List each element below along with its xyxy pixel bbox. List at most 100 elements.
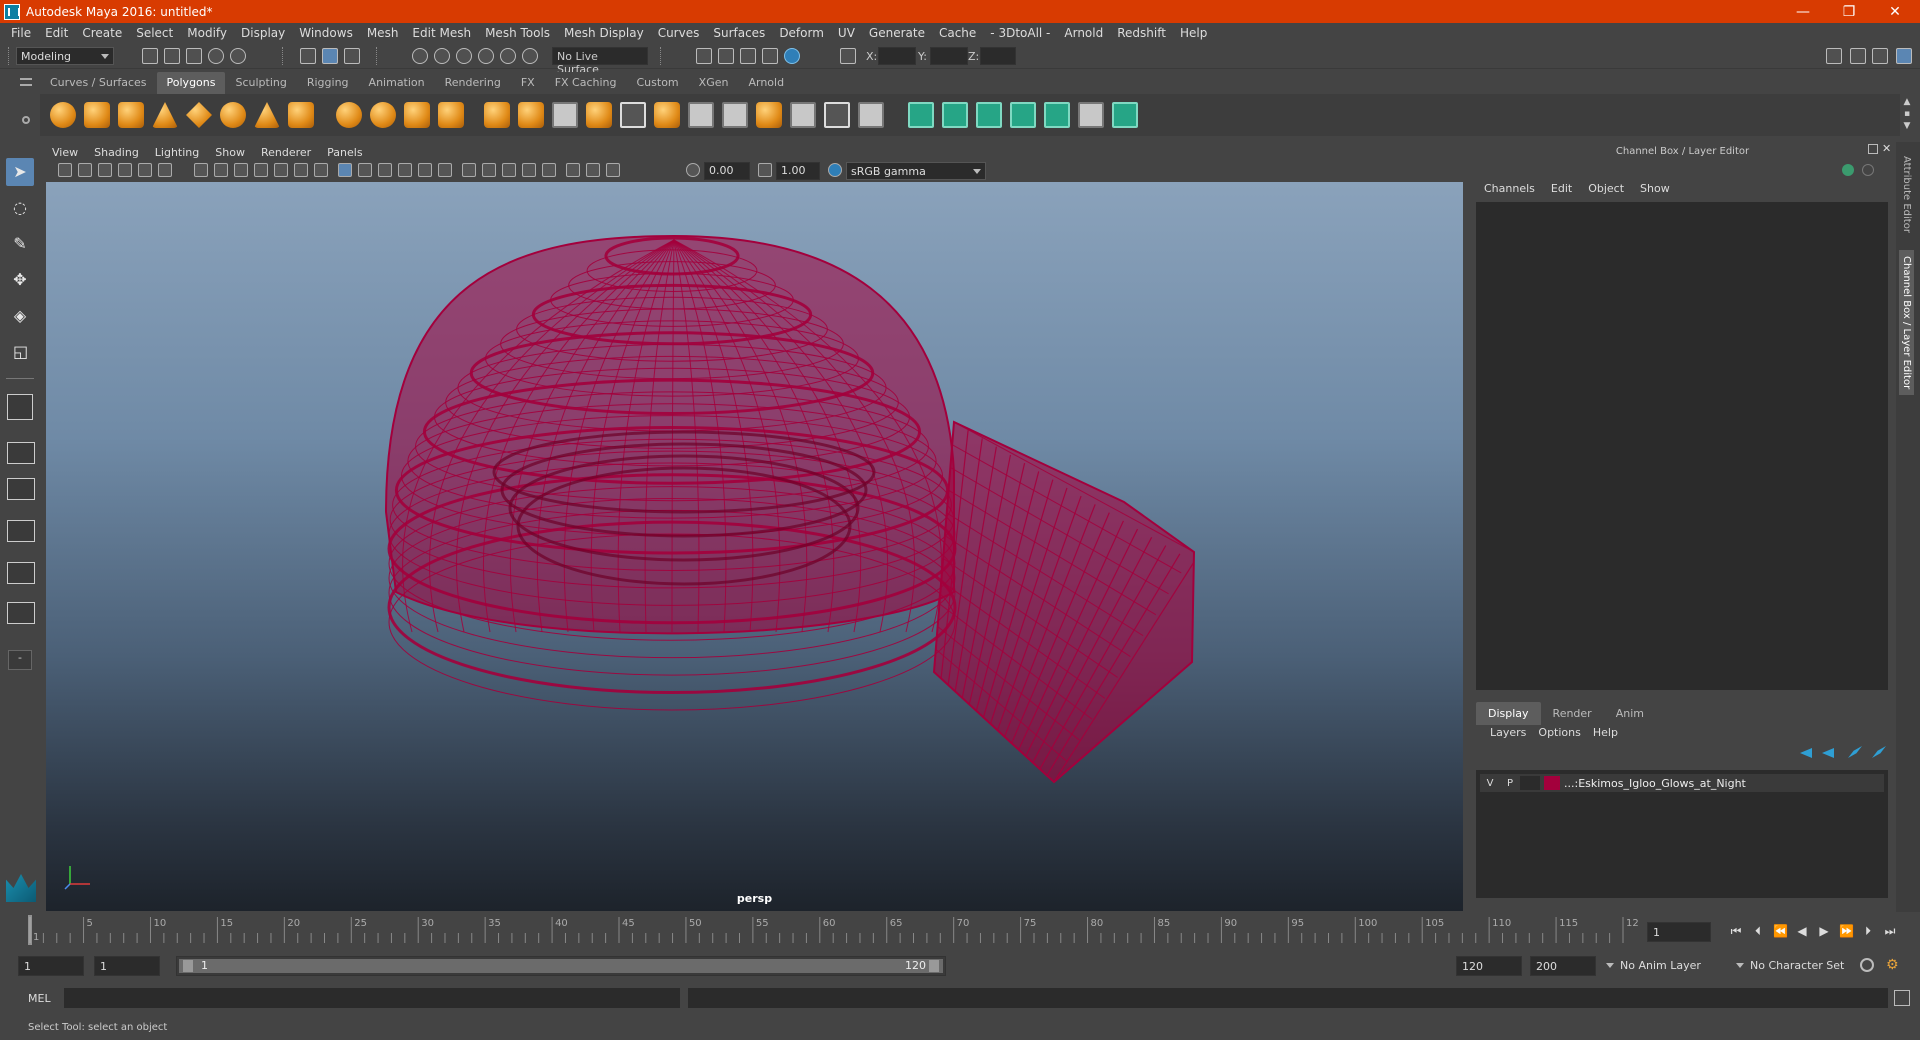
fill-hole-icon[interactable] [824, 102, 850, 128]
y-field[interactable] [930, 47, 968, 65]
select-component-icon[interactable] [344, 48, 360, 64]
safe-title-icon[interactable] [314, 163, 328, 177]
menu-windows[interactable]: Windows [292, 26, 360, 40]
snap-view-plane-icon[interactable] [478, 48, 494, 64]
mode-dropdown[interactable]: Modeling [16, 47, 114, 65]
shelf-tab-fx-caching[interactable]: FX Caching [544, 72, 627, 94]
shadows-icon[interactable] [438, 163, 452, 177]
persp-outliner-layout-icon[interactable] [7, 562, 35, 584]
igloo-wireframe-mesh[interactable] [46, 182, 1463, 911]
snap-live-surface-icon[interactable] [500, 48, 516, 64]
range-start-handle[interactable] [183, 960, 193, 972]
wireframe-on-shaded-icon[interactable] [378, 163, 392, 177]
checker-map-icon[interactable] [1078, 102, 1104, 128]
side-by-side-layout-icon[interactable] [7, 478, 35, 500]
viewport-menu-lighting[interactable]: Lighting [147, 146, 207, 159]
grid-toggle-icon[interactable] [194, 163, 208, 177]
menu-uv[interactable]: UV [831, 26, 862, 40]
layer-row[interactable]: V P ...:Eskimos_Igloo_Glows_at_Night [1480, 774, 1884, 792]
new-scene-icon[interactable] [142, 48, 158, 64]
new-layer-icon[interactable] [1848, 746, 1862, 758]
tool-settings-toggle-icon[interactable] [1872, 48, 1888, 64]
z-field[interactable] [980, 47, 1016, 65]
new-layer-selected-icon[interactable] [1872, 746, 1886, 758]
snap-curve-icon[interactable] [434, 48, 450, 64]
close-panel-icon[interactable]: ✕ [1882, 142, 1891, 155]
shelf-tab-rendering[interactable]: Rendering [434, 72, 511, 94]
combine-icon[interactable] [336, 102, 362, 128]
channels-menu[interactable]: Channels [1476, 182, 1543, 195]
range-slider[interactable]: 1 120 [176, 956, 946, 976]
poly-cone-icon[interactable] [152, 102, 178, 128]
float-panel-icon[interactable] [1868, 144, 1878, 154]
attribute-editor-toggle-icon[interactable] [1850, 48, 1866, 64]
merge-icon[interactable] [756, 102, 782, 128]
exposure-icon[interactable] [686, 163, 700, 177]
shelf-tabs-menu-icon[interactable] [20, 78, 32, 86]
target-weld-icon[interactable] [790, 102, 816, 128]
use-all-lights-icon[interactable] [418, 163, 432, 177]
go-to-end-icon[interactable]: ⏭ [1883, 924, 1897, 938]
close-button[interactable]: ✕ [1872, 0, 1918, 23]
perspective-viewport[interactable]: persp [46, 182, 1463, 911]
menu-mesh-tools[interactable]: Mesh Tools [478, 26, 557, 40]
extrude-icon[interactable] [484, 102, 510, 128]
smooth-shade-icon[interactable] [358, 163, 372, 177]
go-to-start-icon[interactable]: ⏮ [1729, 924, 1743, 938]
viewport-menu-renderer[interactable]: Renderer [253, 146, 319, 159]
menu-redshift[interactable]: Redshift [1110, 26, 1173, 40]
channel-box-area[interactable] [1476, 202, 1888, 690]
poly-cylinder-icon[interactable] [118, 102, 144, 128]
viewport-menu-show[interactable]: Show [207, 146, 253, 159]
menu-modify[interactable]: Modify [180, 26, 234, 40]
outliner-persp-layout-icon[interactable] [7, 602, 35, 624]
layer-name[interactable]: ...:Eskimos_Igloo_Glows_at_Night [1564, 777, 1746, 790]
viewport-menu-shading[interactable]: Shading [86, 146, 147, 159]
menu-mesh-display[interactable]: Mesh Display [557, 26, 651, 40]
time-slider[interactable]: 1 5 10 15 20 25 30 35 40 45 50 55 60 65 70 75 80 85 90 95 10… [24, 915, 1639, 945]
auto-key-icon[interactable] [1860, 958, 1874, 972]
four-view-layout-icon[interactable] [7, 442, 35, 464]
select-object-icon[interactable] [322, 48, 338, 64]
playback-start-field[interactable]: 1 [94, 956, 160, 976]
resolution-gate-icon[interactable] [234, 163, 248, 177]
layer-playback-toggle[interactable]: P [1500, 778, 1520, 789]
shelf-tab-sculpting[interactable]: Sculpting [225, 72, 297, 94]
channel-box-toggle-icon[interactable] [1862, 164, 1874, 176]
spherical-uv-icon[interactable] [976, 102, 1002, 128]
range-end-handle[interactable] [929, 960, 939, 972]
script-editor-icon[interactable] [1894, 990, 1910, 1006]
shelf-tab-polygons[interactable]: Polygons [156, 72, 226, 94]
smooth-icon[interactable] [438, 102, 464, 128]
bridge-icon[interactable] [552, 102, 578, 128]
color-space-dropdown[interactable]: sRGB gamma [846, 162, 986, 180]
append-polygon-icon[interactable] [722, 102, 748, 128]
poly-sphere-icon[interactable] [50, 102, 76, 128]
poly-pyramid-icon[interactable] [254, 102, 280, 128]
range-slider-handle[interactable]: 1 120 [179, 959, 943, 973]
textured-icon[interactable] [398, 163, 412, 177]
select-tool-button[interactable]: ➤ [6, 158, 34, 186]
2d-pan-zoom-icon[interactable] [138, 163, 152, 177]
layer-color-swatch[interactable] [1544, 776, 1560, 790]
step-back-key-icon[interactable]: ⏪ [1773, 924, 1788, 938]
xray-icon[interactable] [566, 163, 580, 177]
move-layer-down-icon[interactable] [1822, 748, 1834, 758]
gamma-field[interactable]: 1.00 [776, 162, 820, 180]
shelf-tab-xgen[interactable]: XGen [688, 72, 739, 94]
xray-joints-icon[interactable] [586, 163, 600, 177]
channel-edit-menu[interactable]: Edit [1543, 182, 1580, 195]
cylindrical-uv-icon[interactable] [942, 102, 968, 128]
shelf-scroll-arrows-icon[interactable]: ▲ ▪ ▼ [1902, 96, 1912, 132]
move-layer-up-icon[interactable] [1800, 748, 1812, 758]
menu-3dtoall[interactable]: - 3DtoAll - [983, 26, 1057, 40]
menu-display[interactable]: Display [234, 26, 292, 40]
separate-icon[interactable] [370, 102, 396, 128]
shelf-tab-fx[interactable]: FX [510, 72, 545, 94]
poly-pipe-icon[interactable] [288, 102, 314, 128]
uv-editor-icon[interactable] [1044, 102, 1070, 128]
wireframe-toggle-icon[interactable] [338, 163, 352, 177]
move-tool-button[interactable]: ✥ [6, 266, 34, 294]
depth-of-field-icon[interactable] [522, 163, 536, 177]
poly-torus-icon[interactable] [220, 102, 246, 128]
